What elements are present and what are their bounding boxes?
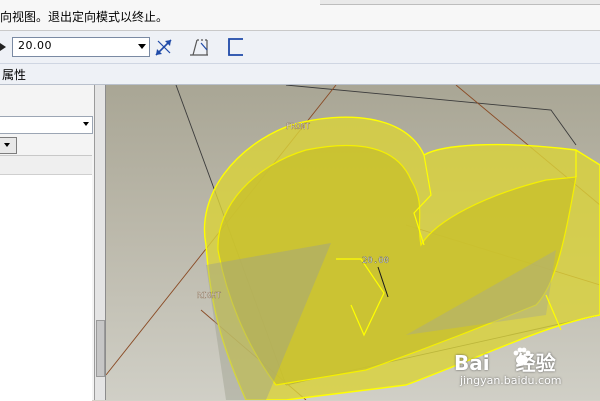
panel-list-header <box>0 156 92 175</box>
chevron-down-icon[interactable] <box>4 143 10 147</box>
datum-label-right: RIGHT <box>197 291 221 300</box>
tab-properties[interactable]: 属性 <box>2 66 26 83</box>
dimension-value[interactable]: 20.00 <box>362 256 389 266</box>
panel-scrollbar[interactable] <box>95 85 106 400</box>
flip-arrow-icon[interactable] <box>152 35 176 59</box>
watermark-url: jingyan.baidu.com <box>460 374 562 387</box>
baidu-paw-icon <box>513 347 531 365</box>
depth-option-arrow-icon[interactable] <box>0 43 6 51</box>
baidu-watermark: Bai 经验 jingyan.baidu.com <box>454 343 594 395</box>
message-bar: 向视图。退出定向模式以终止。 <box>0 0 600 31</box>
panel-list <box>0 155 92 401</box>
chevron-down-icon[interactable] <box>83 122 89 126</box>
dashboard-tabs: 属性 <box>0 64 600 85</box>
datum-label-front: FRONT <box>286 122 310 131</box>
message-bar-splitter[interactable] <box>320 0 600 5</box>
depth-value-combo[interactable]: 20.00 <box>12 37 150 57</box>
taper-icon[interactable] <box>187 35 211 59</box>
slide-up-panel <box>0 85 95 401</box>
depth-value[interactable]: 20.00 <box>18 39 52 52</box>
panel-dropdown-button[interactable] <box>0 137 17 154</box>
panel-select[interactable] <box>0 116 93 134</box>
chevron-down-icon[interactable] <box>138 44 146 49</box>
side-option-icon[interactable] <box>224 35 248 59</box>
status-message: 向视图。退出定向模式以终止。 <box>0 10 169 24</box>
watermark-brand: Bai 经验 <box>454 351 556 375</box>
scrollbar-thumb[interactable] <box>96 320 105 377</box>
